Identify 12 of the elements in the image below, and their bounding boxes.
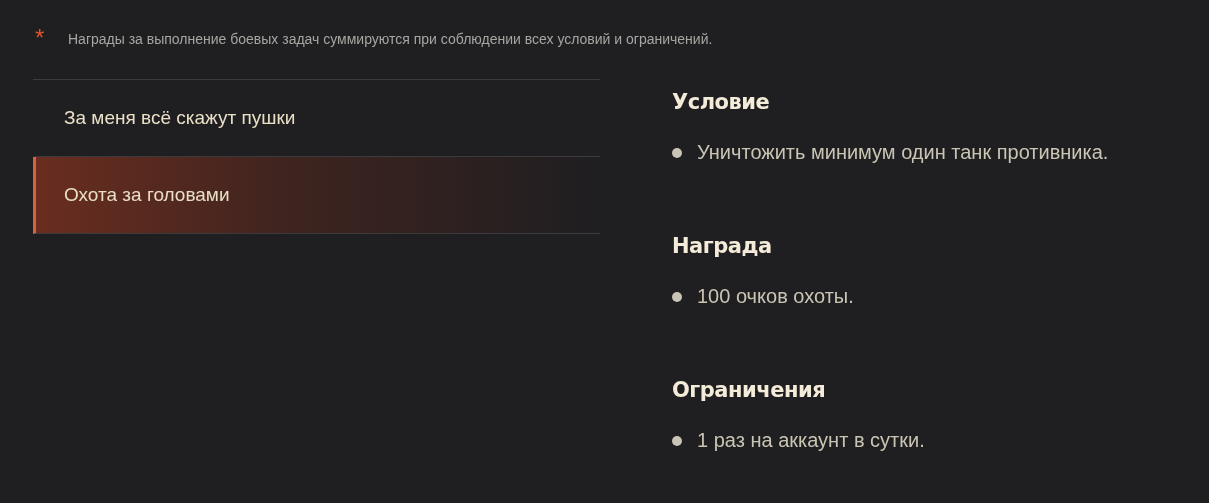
bullet-icon [672,291,682,302]
section-text: 100 очков охоты. [697,285,854,308]
section-title: Условие [672,89,771,116]
bullet-icon [672,147,682,158]
section-title: Ограничения [672,377,827,404]
section-title: Награда [672,233,773,260]
asterisk-mark: * [34,26,46,50]
task-item[interactable]: Охота за головами [33,157,600,234]
bullet-icon [672,435,682,446]
note-text: Награды за выполнение боевых задач суммируются при соблюдении всех условий и ограничений. [68,30,713,49]
section-text: Уничтожить минимум один танк противника. [697,141,1109,164]
section-text: 1 раз на аккаунт в сутки. [697,429,925,452]
